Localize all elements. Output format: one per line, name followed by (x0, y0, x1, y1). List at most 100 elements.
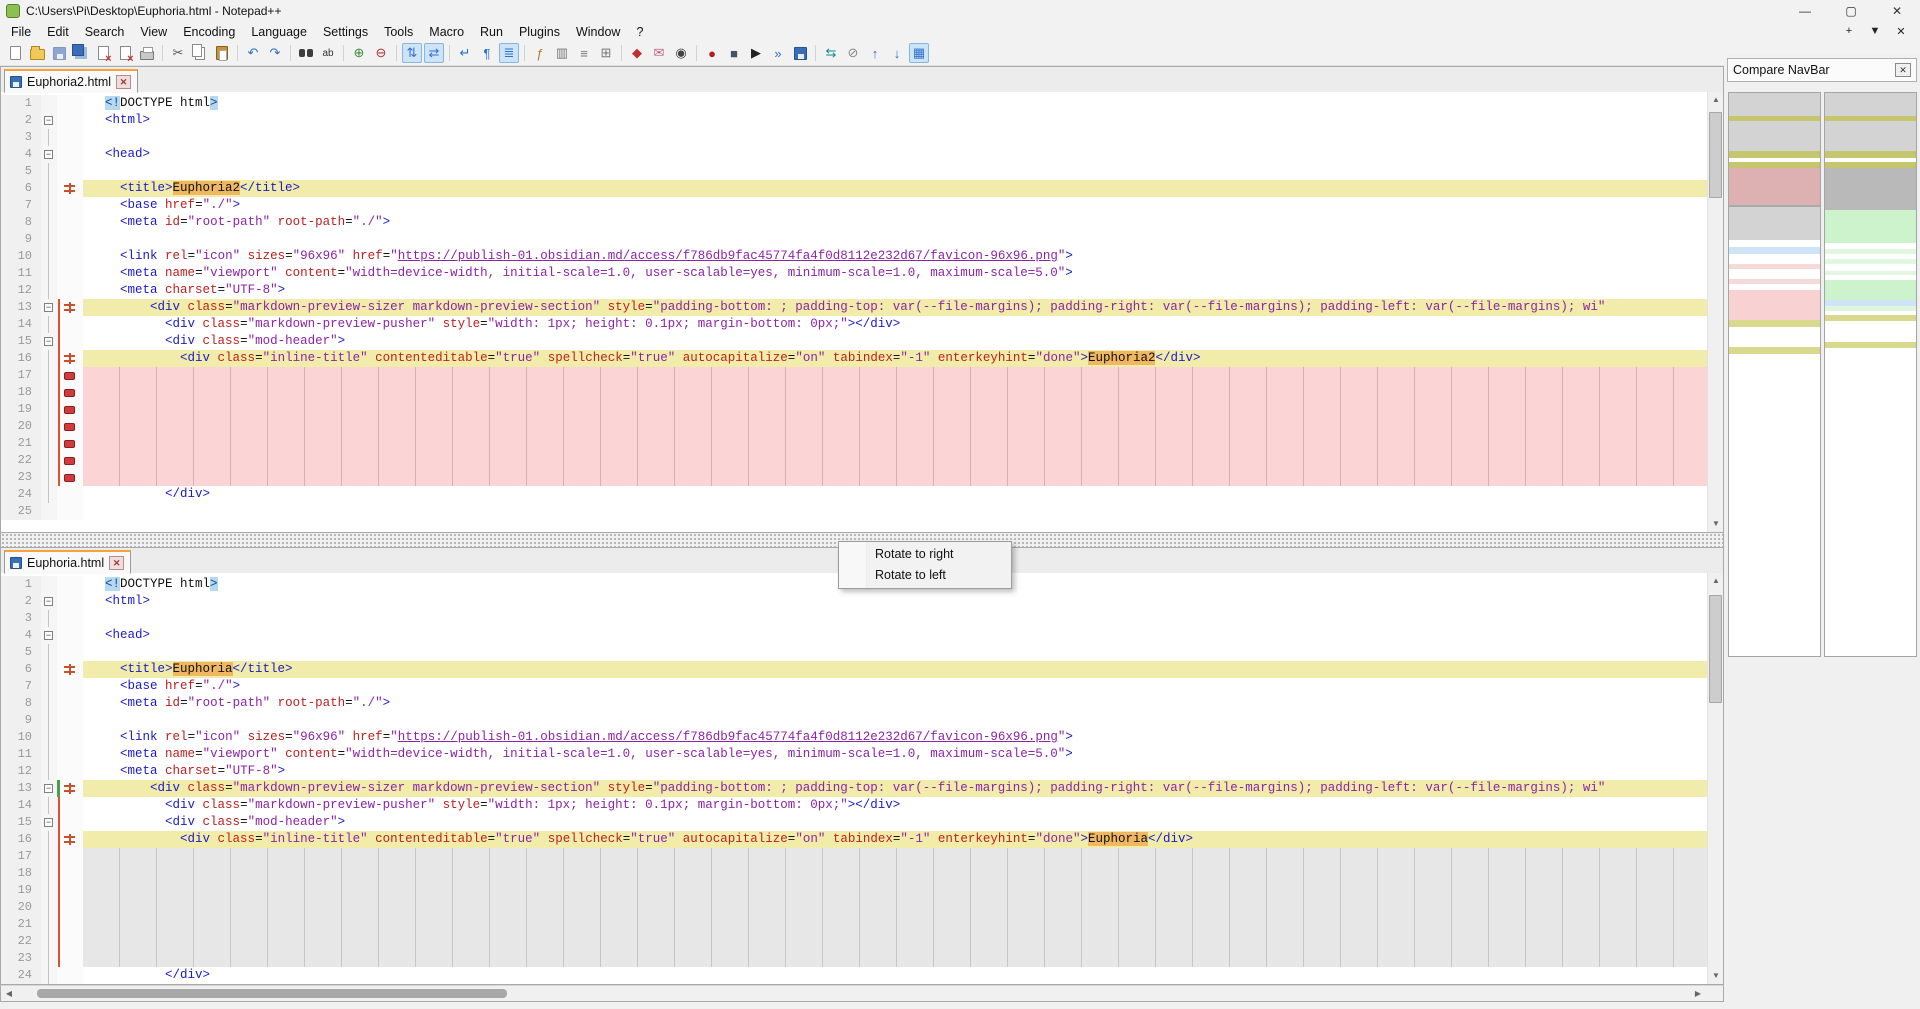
close-tab-button[interactable]: ✕ (1890, 25, 1912, 38)
window-list-button[interactable]: ▼ (1864, 25, 1886, 38)
maximize-button[interactable]: ▢ (1828, 0, 1874, 22)
fold-margin[interactable]: − (41, 146, 57, 163)
menu-search[interactable]: Search (77, 24, 133, 40)
menu-help[interactable]: ? (628, 24, 651, 40)
document-map-icon[interactable]: ▥ (552, 43, 572, 63)
redo-icon[interactable]: ↷ (265, 43, 285, 63)
play-macro-icon[interactable]: ▶ (746, 43, 766, 63)
code-line: 20 (1, 418, 1723, 435)
editor-pane-bottom[interactable]: 1<!DOCTYPE html>2−<html>34−<head>56 <tit… (0, 573, 1724, 985)
fold-collapse-icon[interactable]: − (44, 337, 53, 346)
replace-icon[interactable]: ab (318, 43, 338, 63)
minimize-button[interactable]: — (1782, 0, 1828, 22)
vertical-scrollbar-bottom[interactable]: ▲ ▼ (1707, 573, 1723, 984)
close-all-icon[interactable] (115, 43, 135, 63)
context-menu-item-rotate-to-left[interactable]: Rotate to left (839, 565, 1011, 586)
diff-minimap-left[interactable] (1728, 92, 1821, 657)
fold-margin[interactable]: − (41, 780, 57, 797)
undo-icon[interactable]: ↶ (243, 43, 263, 63)
sync-vertical-scroll-icon[interactable]: ⇅ (402, 43, 422, 63)
fold-collapse-icon[interactable]: − (44, 150, 53, 159)
code-text: <title>Euphoria</title> (83, 661, 1723, 678)
fold-margin[interactable]: − (41, 112, 57, 129)
menu-settings[interactable]: Settings (315, 24, 376, 40)
code-text (83, 899, 1723, 916)
new-tab-button[interactable]: + (1838, 25, 1860, 38)
document-list-icon[interactable]: ≡ (574, 43, 594, 63)
tab-euphoria2[interactable]: Euphoria2.html ✕ (4, 69, 138, 93)
new-file-icon[interactable] (5, 43, 25, 63)
menu-encoding[interactable]: Encoding (175, 24, 243, 40)
fold-collapse-icon[interactable]: − (44, 631, 53, 640)
save-all-icon[interactable] (71, 43, 91, 63)
compare-navbar-toggle-icon[interactable]: ▦ (909, 43, 929, 63)
scroll-down-arrow[interactable]: ▼ (1708, 968, 1724, 984)
open-file-icon[interactable] (27, 43, 47, 63)
close-button[interactable]: ✕ (1874, 0, 1920, 22)
horizontal-scrollbar[interactable]: ◀ ▶ (0, 985, 1724, 1002)
print-icon[interactable] (137, 43, 157, 63)
menu-plugins[interactable]: Plugins (511, 24, 568, 40)
copy-icon[interactable] (190, 43, 210, 63)
fold-margin[interactable]: − (41, 593, 57, 610)
fold-collapse-icon[interactable]: − (44, 784, 53, 793)
show-all-characters-icon[interactable]: ¶ (477, 43, 497, 63)
tab-euphoria[interactable]: Euphoria.html ✕ (4, 550, 131, 574)
fold-margin[interactable]: − (41, 299, 57, 316)
zoom-out-icon[interactable]: ⊖ (371, 43, 391, 63)
cut-icon[interactable]: ✂ (168, 43, 188, 63)
editor-pane-top[interactable]: 1<!DOCTYPE html>2−<html>34−<head>56 <tit… (0, 92, 1724, 533)
tab-close-icon[interactable]: ✕ (109, 556, 124, 570)
sync-horizontal-scroll-icon[interactable]: ⇄ (424, 43, 444, 63)
tab-close-icon[interactable]: ✕ (116, 75, 131, 89)
fold-margin[interactable]: − (41, 627, 57, 644)
run-macro-multiple-icon[interactable]: » (768, 43, 788, 63)
fold-margin[interactable]: − (41, 333, 57, 350)
function-list-icon[interactable]: ƒ (530, 43, 550, 63)
fold-collapse-icon[interactable]: − (44, 303, 53, 312)
next-diff-icon[interactable]: ↓ (887, 43, 907, 63)
scroll-down-arrow[interactable]: ▼ (1708, 516, 1724, 532)
scrollbar-thumb[interactable] (37, 989, 507, 998)
menu-language[interactable]: Language (243, 24, 315, 40)
save-macro-icon[interactable] (790, 43, 810, 63)
scroll-up-arrow[interactable]: ▲ (1708, 92, 1724, 108)
scroll-left-arrow[interactable]: ◀ (1, 986, 17, 1001)
export-plugin-icon[interactable]: ◆ (627, 43, 647, 63)
menu-macro[interactable]: Macro (421, 24, 472, 40)
folder-as-workspace-icon[interactable]: ⊞ (596, 43, 616, 63)
scrollbar-thumb[interactable] (1709, 595, 1722, 703)
fold-margin[interactable]: − (41, 814, 57, 831)
compare-navbar-close-icon[interactable]: ✕ (1895, 63, 1911, 77)
fold-collapse-icon[interactable]: − (44, 116, 53, 125)
close-file-icon[interactable] (93, 43, 113, 63)
paste-icon[interactable] (212, 43, 232, 63)
save-icon[interactable] (49, 43, 69, 63)
find-icon[interactable] (296, 43, 316, 63)
previous-diff-icon[interactable]: ↑ (865, 43, 885, 63)
fold-collapse-icon[interactable]: − (44, 818, 53, 827)
mime-tools-icon[interactable]: ✉ (649, 43, 669, 63)
word-wrap-icon[interactable]: ↵ (455, 43, 475, 63)
scroll-up-arrow[interactable]: ▲ (1708, 573, 1724, 589)
zoom-in-icon[interactable]: ⊕ (349, 43, 369, 63)
menu-run[interactable]: Run (472, 24, 511, 40)
scrollbar-thumb[interactable] (1709, 112, 1722, 198)
preview-icon[interactable]: ◉ (671, 43, 691, 63)
stop-macro-icon[interactable]: ■ (724, 43, 744, 63)
context-menu-item-rotate-to-right[interactable]: Rotate to right (839, 544, 1011, 565)
indent-guide-icon[interactable]: ≣ (499, 43, 519, 63)
clear-compare-icon[interactable]: ⊘ (843, 43, 863, 63)
menu-view[interactable]: View (132, 24, 175, 40)
diff-minimap-right[interactable] (1824, 92, 1917, 657)
menu-edit[interactable]: Edit (39, 24, 77, 40)
menu-file[interactable]: File (3, 24, 39, 40)
menu-tools[interactable]: Tools (376, 24, 421, 40)
compare-icon[interactable]: ⇆ (821, 43, 841, 63)
fold-collapse-icon[interactable]: − (44, 597, 53, 606)
scroll-right-arrow[interactable]: ▶ (1690, 986, 1706, 1001)
diff-band (1729, 240, 1820, 247)
vertical-scrollbar-top[interactable]: ▲ ▼ (1707, 92, 1723, 532)
record-macro-icon[interactable]: ● (702, 43, 722, 63)
menu-window[interactable]: Window (568, 24, 628, 40)
